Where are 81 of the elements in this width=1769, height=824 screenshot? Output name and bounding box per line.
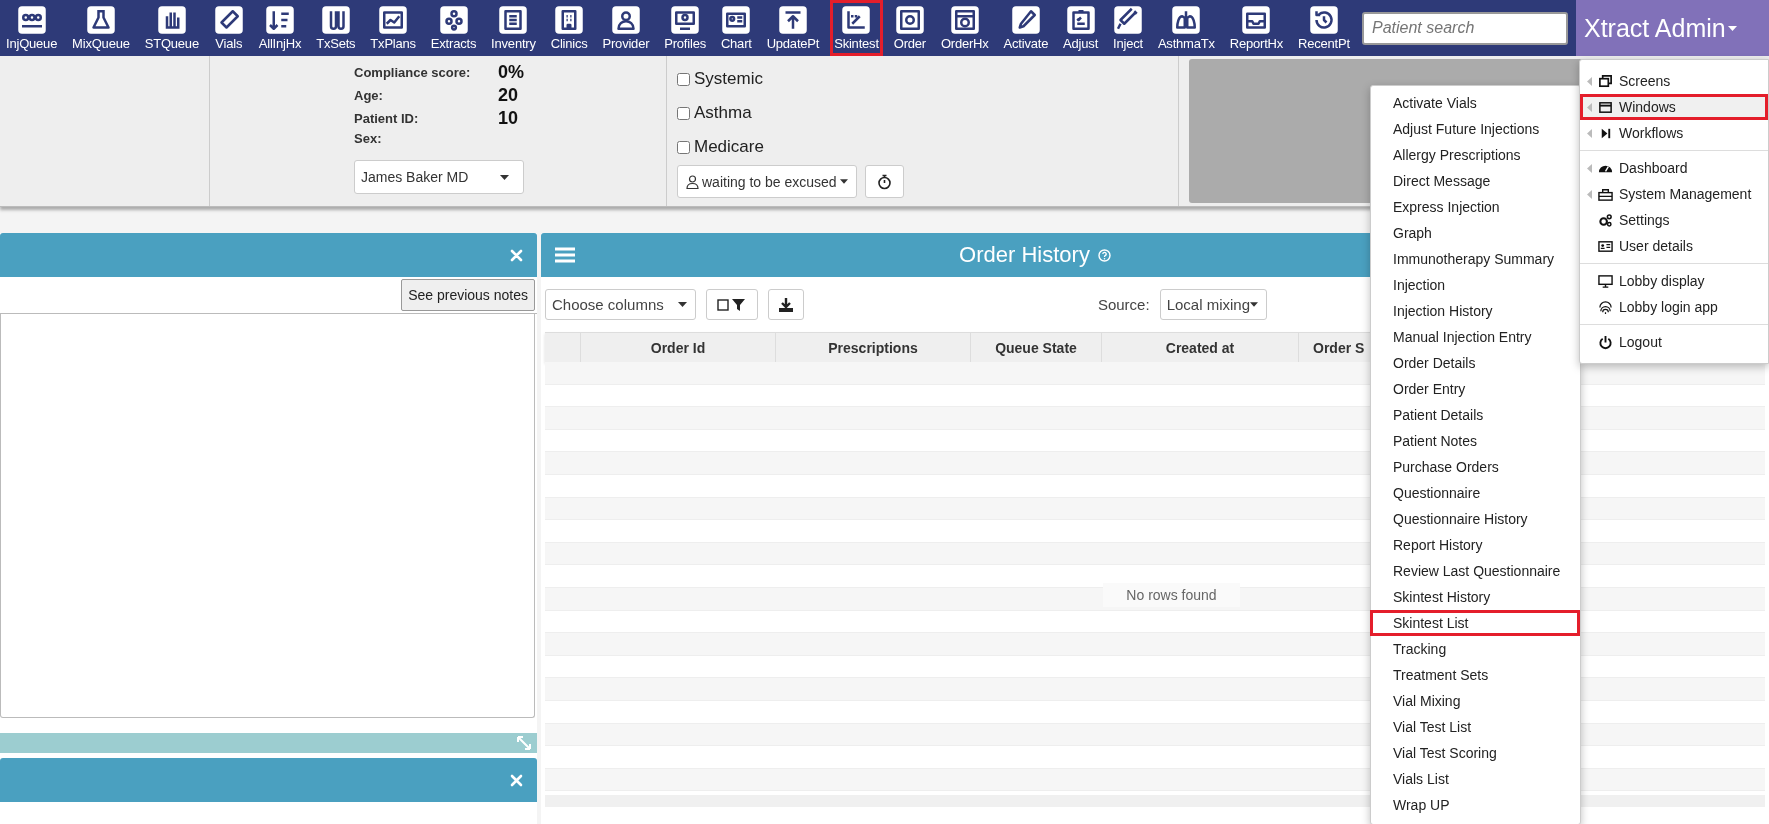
field-value: 20 (498, 85, 520, 106)
panel-title: Order History (959, 242, 1090, 268)
toolbar-button[interactable]: AsthmaTx (1153, 0, 1219, 56)
menu-item[interactable]: Injection (1370, 272, 1580, 298)
menu-item[interactable]: Questionnaire (1370, 480, 1580, 506)
toolbar-button[interactable]: RecentPt (1293, 0, 1354, 56)
menu-item[interactable]: System Management (1580, 181, 1768, 207)
user-menu-button[interactable]: Xtract Admin (1576, 0, 1769, 56)
toolbar-button[interactable]: Inventry (487, 0, 540, 56)
toolbar-button[interactable]: Vials (209, 0, 248, 56)
menu-item[interactable]: Immunotherapy Summary (1370, 246, 1580, 272)
menu-item[interactable]: Order Details (1370, 350, 1580, 376)
toolbar-button[interactable]: STQueue (140, 0, 203, 56)
menu-item[interactable]: Windows (1580, 94, 1768, 120)
menu-item[interactable]: Allergy Prescriptions (1370, 142, 1580, 168)
menu-item[interactable]: Vials List (1370, 766, 1580, 792)
toolbar-button[interactable]: Skintest (830, 0, 883, 56)
toolbar-button[interactable]: AllInjHx (254, 0, 306, 56)
menu-item[interactable]: Screens (1580, 68, 1768, 94)
field-value: 0% (498, 62, 525, 83)
toolbar-button[interactable]: Adjust (1059, 0, 1103, 56)
toolbar-button[interactable]: Profiles (660, 0, 710, 56)
menu-item[interactable]: Vial Test Scoring (1370, 740, 1580, 766)
menu-item[interactable]: User details (1580, 233, 1768, 259)
field-label: Sex: (354, 131, 383, 146)
menu-item[interactable]: Review Last Questionnaire (1370, 558, 1580, 584)
menu-item[interactable]: Activate Vials (1370, 90, 1580, 116)
menu-item[interactable]: Patient Notes (1370, 428, 1580, 454)
menu-item[interactable]: Treatment Sets (1370, 662, 1580, 688)
menu-item[interactable]: Settings (1580, 207, 1768, 233)
menu-item[interactable]: Purchase Orders (1370, 454, 1580, 480)
checkbox-label: Asthma (694, 103, 752, 123)
menu-item[interactable]: Patient Details (1370, 402, 1580, 428)
checkbox-label: Medicare (694, 137, 764, 157)
menu-item[interactable]: Questionnaire History (1370, 506, 1580, 532)
menu-item[interactable]: Graph (1370, 220, 1580, 246)
field-label: Patient ID: (354, 111, 420, 126)
toolbar-button[interactable]: Chart (716, 0, 756, 56)
status-dropdown[interactable]: waiting to be excused (677, 165, 857, 198)
toolbar-button[interactable]: Extracts (426, 0, 481, 56)
toolbar-button[interactable]: Clinics (546, 0, 592, 56)
toolbar-button[interactable]: Activate (999, 0, 1053, 56)
toolbar-button[interactable]: Provider (598, 0, 654, 56)
menu-item[interactable]: Logout (1580, 329, 1768, 355)
menu-item[interactable]: Tracking (1370, 636, 1580, 662)
menu-item[interactable]: Report History (1370, 532, 1580, 558)
menu-item[interactable]: Wrap UP (1370, 792, 1580, 818)
toolbar-button[interactable]: TxSets (312, 0, 360, 56)
choose-columns-dropdown[interactable]: Choose columns (545, 289, 696, 320)
toolbar-button[interactable]: InjQueue (2, 0, 62, 56)
toolbar-button[interactable]: TxPlans (366, 0, 420, 56)
menu-item[interactable]: Direct Message (1370, 168, 1580, 194)
source-dropdown[interactable]: Local mixing (1159, 289, 1267, 320)
toolbar-button[interactable]: Inject (1108, 0, 1147, 56)
toolbar-button[interactable]: ReportHx (1225, 0, 1288, 56)
menu-item[interactable]: Skintest List (1370, 610, 1580, 636)
menu-item[interactable]: Dashboard (1580, 155, 1768, 181)
menu-item[interactable]: Skintest History (1370, 584, 1580, 610)
field-label: Age: (354, 88, 384, 103)
menu-item[interactable]: Lobby display (1580, 268, 1768, 294)
menu-item[interactable]: Express Injection (1370, 194, 1580, 220)
menu-item[interactable]: Workflows (1580, 120, 1768, 146)
provider-dropdown[interactable]: James Baker MD (354, 160, 524, 194)
menu-item[interactable]: Lobby login app (1580, 294, 1768, 320)
empty-message: No rows found (1103, 583, 1240, 607)
toolbar-button[interactable]: OrderHx (936, 0, 993, 56)
menu-item[interactable]: Injection History (1370, 298, 1580, 324)
toolbar-button[interactable]: Order (889, 0, 930, 56)
source-label: Source: (1097, 296, 1150, 313)
menu-item[interactable]: Vial Mixing (1370, 688, 1580, 714)
field-label: Compliance score: (354, 65, 472, 80)
field-value: 10 (498, 108, 520, 129)
toolbar-button[interactable]: UpdatePt (762, 0, 824, 56)
checkbox-label: Systemic (694, 69, 763, 89)
menu-item[interactable]: Adjust Future Injections (1370, 116, 1580, 142)
menu-item[interactable]: Manual Injection Entry (1370, 324, 1580, 350)
see-previous-notes-button[interactable]: See previous notes (401, 279, 535, 311)
menu-item[interactable]: Order Entry (1370, 376, 1580, 402)
menu-item[interactable]: Vial Test List (1370, 714, 1580, 740)
toolbar-button[interactable]: MixQueue (68, 0, 134, 56)
patient-search-field[interactable]: Patient search (1362, 11, 1568, 45)
